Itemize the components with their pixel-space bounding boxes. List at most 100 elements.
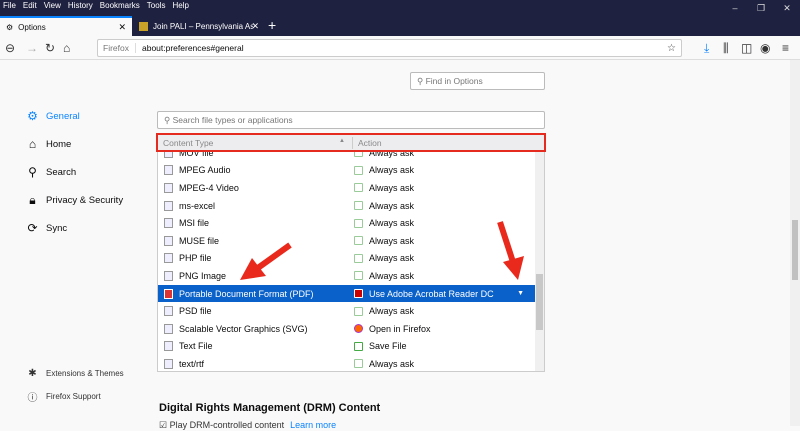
menu-file[interactable]: File (3, 0, 16, 12)
search-icon: ⚲ (164, 115, 173, 125)
list-scrollbar[interactable] (535, 152, 544, 371)
action-label: Always ask (369, 235, 415, 246)
search-file-types-input[interactable]: ⚲ Search file types or applications (157, 111, 545, 129)
menu-tools[interactable]: Tools (147, 0, 166, 12)
action-cell[interactable]: Always ask (354, 271, 414, 281)
always-ask-icon (354, 359, 363, 369)
menu-bookmarks[interactable]: Bookmarks (100, 0, 140, 12)
sidebar-item-sync[interactable]: ⟳ Sync (26, 221, 67, 235)
sidebar-item-home[interactable]: ⌂ Home (26, 137, 71, 151)
tab-options[interactable]: ⚙ Options ✕ (0, 16, 132, 36)
action-cell[interactable]: Always ask (354, 165, 414, 175)
sidebar-item-privacy[interactable]: 🔒︎ Privacy & Security (26, 193, 123, 208)
table-row[interactable]: PNG Image Always ask (158, 267, 536, 285)
always-ask-icon (354, 218, 363, 228)
action-cell[interactable]: Use Adobe Acrobat Reader DC (354, 289, 494, 299)
sidebar-extensions[interactable]: ✱ Extensions & Themes (26, 368, 124, 379)
column-action[interactable]: Action (358, 138, 382, 148)
sidebar-item-label: Extensions & Themes (46, 369, 124, 378)
table-row[interactable]: MOV file Always ask (158, 152, 536, 162)
home-icon: ⌂ (28, 137, 37, 151)
action-label: Always ask (369, 253, 415, 264)
close-tab-icon[interactable]: ✕ (251, 21, 259, 32)
table-row[interactable]: Portable Document Format (PDF) Use Adobe … (158, 284, 536, 303)
always-ask-icon (354, 271, 363, 281)
sort-ascending-icon: ▲ (339, 138, 345, 144)
always-ask-icon (354, 183, 363, 193)
download-icon[interactable]: ⤓ (704, 39, 709, 57)
table-row[interactable]: PSD file Always ask (158, 302, 536, 320)
home-button[interactable]: ⌂ (63, 39, 70, 57)
action-cell[interactable]: Always ask (354, 306, 414, 316)
table-row[interactable]: MPEG Audio Always ask (158, 162, 536, 180)
drm-checkbox-label: Play DRM-controlled content (169, 420, 285, 430)
table-row[interactable]: MUSE file Always ask (158, 232, 536, 250)
checkbox[interactable]: ☑ (159, 420, 170, 430)
column-content-type[interactable]: Content Type (163, 138, 213, 148)
action-cell[interactable]: Always ask (354, 183, 414, 193)
sidebar-icon[interactable]: ◫ (741, 39, 752, 57)
find-in-options-input[interactable]: ⚲ Find in Options (410, 72, 545, 90)
menu-view[interactable]: View (44, 0, 61, 12)
menu-history[interactable]: History (68, 0, 93, 12)
favicon-icon (139, 21, 148, 31)
bookmark-star-icon[interactable]: ☆ (667, 43, 676, 54)
always-ask-icon (354, 236, 363, 246)
content-type-label: MPEG-4 Video (179, 182, 239, 193)
action-cell[interactable]: Always ask (354, 359, 414, 369)
action-cell[interactable]: Always ask (354, 218, 414, 228)
action-label: Always ask (369, 218, 415, 229)
action-label: Always ask (369, 270, 415, 281)
firefox-icon (354, 324, 363, 334)
table-row[interactable]: ms-excel Always ask (158, 197, 536, 215)
content-type-label: ms-excel (179, 200, 216, 211)
action-cell[interactable]: Always ask (354, 152, 414, 158)
table-row[interactable]: text/rtf Always ask (158, 355, 536, 371)
table-row[interactable]: MPEG-4 Video Always ask (158, 179, 536, 197)
drm-section-title: Digital Rights Management (DRM) Content (159, 402, 381, 414)
sidebar-support[interactable]: ⓘ Firefox Support (26, 389, 101, 404)
file-type-icon (164, 253, 173, 264)
action-cell[interactable]: Always ask (354, 253, 414, 263)
list-scrollbar-thumb[interactable] (536, 274, 543, 330)
save-file-icon (354, 341, 363, 351)
reload-button[interactable]: ↻ (45, 39, 55, 57)
find-placeholder: Find in Options (425, 76, 483, 86)
file-type-icon (164, 270, 173, 281)
always-ask-icon (354, 306, 363, 316)
page-scrollbar[interactable] (790, 60, 800, 426)
chevron-down-icon[interactable]: ▼ (517, 290, 524, 297)
forward-button[interactable]: → (26, 39, 38, 57)
account-icon[interactable]: ◉ (760, 39, 770, 57)
content-type-label: MPEG Audio (179, 165, 231, 176)
table-row[interactable]: MSI file Always ask (158, 214, 536, 232)
menu-help[interactable]: Help (172, 0, 188, 12)
table-row[interactable]: Scalable Vector Graphics (SVG) Open in Fi… (158, 320, 536, 338)
sidebar-item-label: Firefox Support (46, 392, 101, 401)
learn-more-link[interactable]: Learn more (290, 420, 336, 430)
new-tab-button[interactable]: + (268, 16, 276, 34)
content-type-label: PHP file (179, 253, 212, 264)
sidebar-item-general[interactable]: ⚙ General (26, 109, 80, 123)
library-icon[interactable]: ⫼ (723, 39, 729, 57)
file-type-icon (164, 323, 173, 334)
gear-icon: ⚙ (6, 22, 14, 32)
table-row[interactable]: Text File Save File (158, 338, 536, 356)
tab-pali[interactable]: Join PALI – Pennsylvania Asso ✕ (133, 16, 265, 36)
url-bar[interactable]: Firefox about:preferences#general ☆ (97, 39, 682, 57)
identity-label: Firefox (103, 43, 136, 53)
menu-bar: File Edit View History Bookmarks Tools H… (0, 0, 800, 12)
page-scrollbar-thumb[interactable] (792, 220, 798, 280)
menu-edit[interactable]: Edit (23, 0, 37, 12)
sidebar-item-label: Search (46, 166, 77, 178)
action-cell[interactable]: Open in Firefox (354, 324, 431, 334)
back-button[interactable]: ⊖ (5, 39, 15, 57)
url-text[interactable]: about:preferences#general (142, 43, 244, 53)
table-row[interactable]: PHP file Always ask (158, 250, 536, 268)
action-cell[interactable]: Always ask (354, 236, 414, 246)
action-cell[interactable]: Save File (354, 341, 407, 351)
close-tab-icon[interactable]: ✕ (118, 22, 126, 33)
sidebar-item-search[interactable]: ⚲ Search (26, 165, 76, 179)
hamburger-menu-icon[interactable]: ≡ (782, 39, 789, 57)
action-cell[interactable]: Always ask (354, 201, 414, 211)
